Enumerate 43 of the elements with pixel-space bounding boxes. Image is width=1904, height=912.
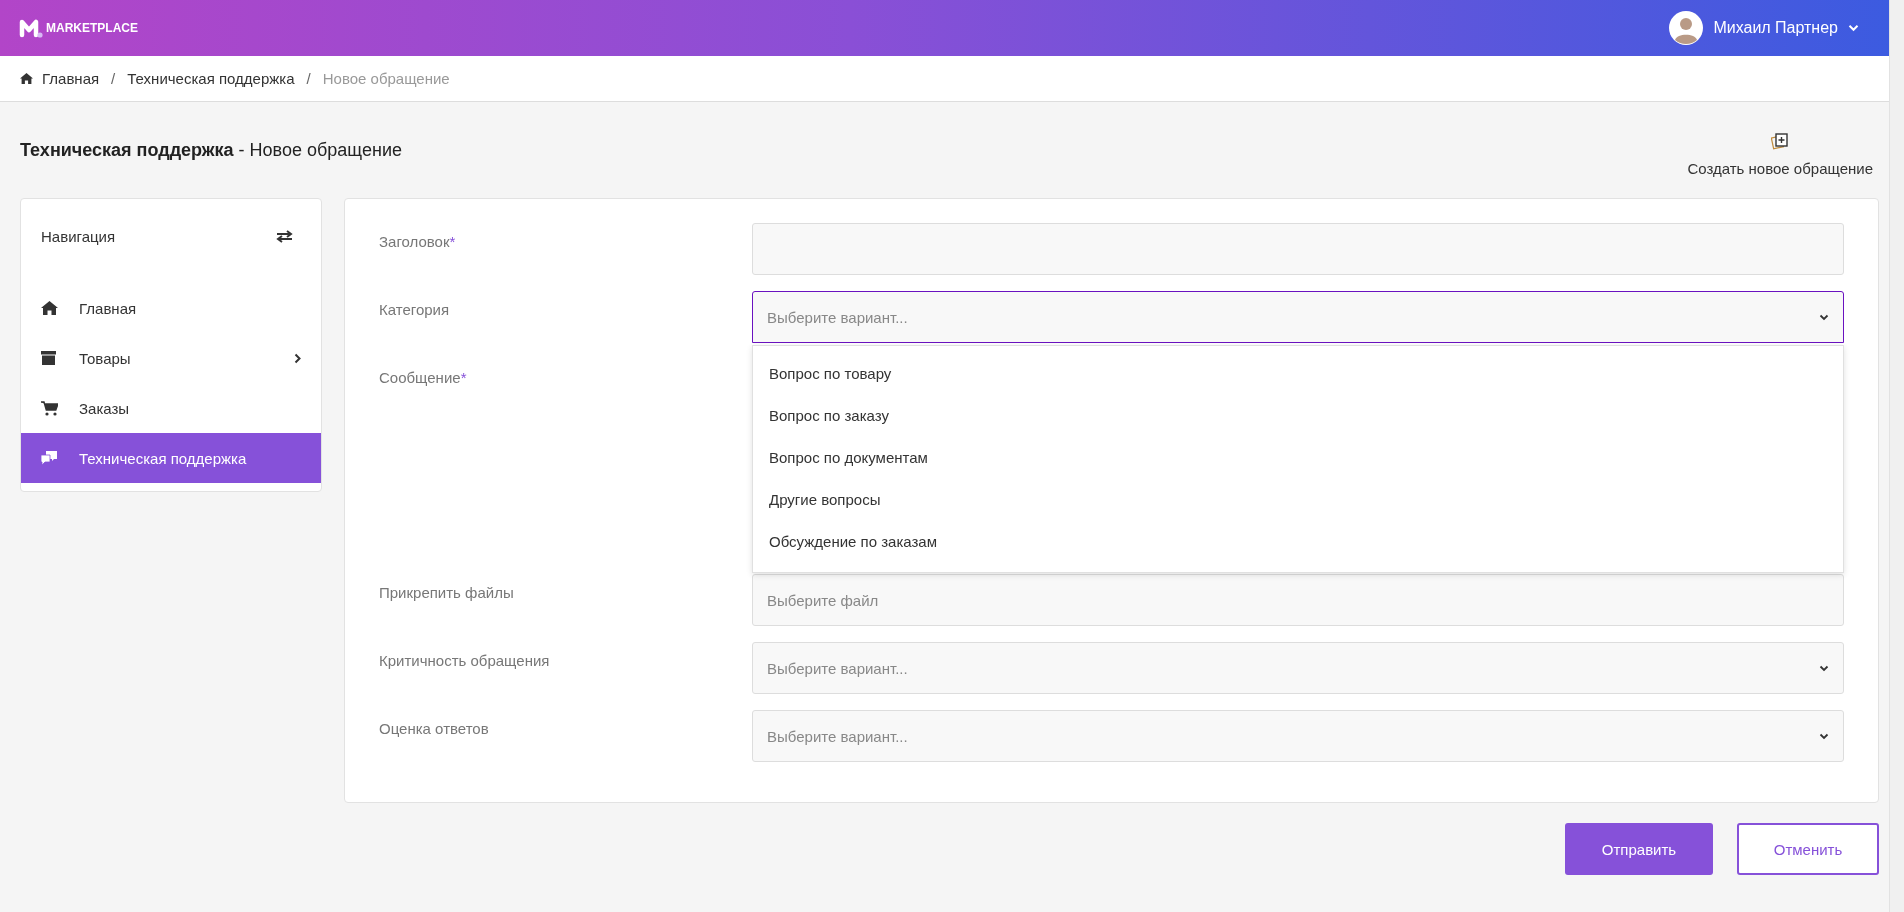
archive-box-icon: [41, 351, 56, 365]
field-label: Прикрепить файлы: [379, 583, 515, 601]
chevron-down-icon[interactable]: [1848, 24, 1859, 32]
chevron-down-icon: [1819, 664, 1829, 672]
logo-icon[interactable]: [19, 18, 43, 38]
field-label: Критичность обращения: [379, 651, 551, 669]
page-title: Техническая поддержка - Новое обращение: [20, 139, 402, 161]
input-field[interactable]: [752, 223, 1844, 275]
user-name[interactable]: Михаил Партнер: [1713, 19, 1838, 37]
chat-bubbles-icon: [41, 451, 57, 465]
breadcrumb-separator: /: [305, 70, 312, 87]
breadcrumb-item: Новое обращение: [322, 70, 450, 87]
dropdown-option[interactable]: Вопрос по документам: [753, 436, 1843, 478]
cards-plus-icon: [1771, 133, 1790, 150]
dropdown-option[interactable]: Вопрос по заказу: [753, 394, 1843, 436]
nav-item[interactable]: Техническая поддержка: [21, 433, 321, 483]
cart-icon: [41, 400, 58, 416]
field-label: Заголовок*: [379, 232, 457, 250]
scrollbar[interactable]: [1889, 0, 1904, 912]
field-label: Категория: [379, 300, 451, 318]
nav-item[interactable]: Товары: [21, 333, 321, 383]
home-icon: [41, 301, 58, 315]
logo-text[interactable]: MARKETPLACE: [46, 21, 138, 35]
field-label: Оценка ответов: [379, 719, 490, 737]
swap-arrows-icon[interactable]: [276, 229, 293, 243]
cancel-button[interactable]: Отменить: [1737, 823, 1879, 875]
create-ticket-button[interactable]: Создать новое обращение: [1687, 123, 1873, 177]
home-icon[interactable]: [20, 73, 33, 84]
chevron-down-icon: [1819, 732, 1829, 740]
breadcrumb-separator: /: [110, 70, 117, 87]
field-label: Сообщение*: [379, 368, 468, 386]
avatar-icon[interactable]: [1669, 11, 1704, 45]
dropdown-option[interactable]: Другие вопросы: [753, 478, 1843, 520]
navigation-title: Навигация: [41, 227, 116, 245]
nav-item[interactable]: Заказы: [21, 383, 321, 433]
chevron-right-icon: [294, 352, 301, 364]
dropdown-option[interactable]: Обсуждение по заказам: [753, 520, 1843, 562]
submit-button[interactable]: Отправить: [1565, 823, 1713, 875]
chevron-down-icon: [1819, 313, 1829, 321]
breadcrumb-item[interactable]: Главная: [42, 70, 100, 87]
nav-item[interactable]: Главная: [21, 283, 321, 333]
dropdown-option[interactable]: Вопрос по товару: [753, 352, 1843, 394]
breadcrumb-item[interactable]: Техническая поддержка: [127, 70, 295, 87]
